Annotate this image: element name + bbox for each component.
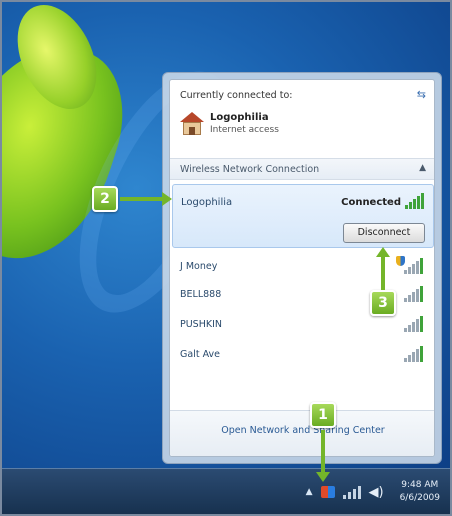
network-item[interactable]: Galt Ave — [180, 346, 430, 366]
signal-strength-icon — [405, 193, 425, 209]
network-item[interactable]: J Money — [180, 256, 430, 278]
step-2-arrowhead — [162, 192, 172, 206]
wireless-section-header[interactable]: Wireless Network Connection ▲ — [170, 158, 434, 180]
selected-network-name: Logophilia — [181, 197, 233, 208]
selected-network-item[interactable]: Logophilia Connected Disconnect — [172, 184, 434, 248]
current-network-name: Logophilia — [210, 112, 269, 123]
network-flyout: Currently connected to: ⇆ Logophilia Int… — [162, 72, 442, 464]
signal-strength-icon — [404, 316, 424, 332]
show-hidden-icons-icon[interactable]: ▲ — [306, 487, 313, 497]
network-sharing-center-link[interactable]: Open Network and Sharing Center — [170, 425, 434, 436]
signal-strength-icon — [396, 256, 424, 274]
step-3-arrowhead — [376, 247, 390, 257]
current-network-access: Internet access — [210, 125, 279, 135]
step-2-arrow — [120, 197, 164, 201]
step-3-arrow — [381, 256, 385, 290]
network-name: BELL888 — [180, 289, 222, 300]
step-2-callout: 2 — [92, 186, 118, 212]
refresh-icon[interactable]: ⇆ — [417, 88, 426, 101]
action-center-flag-icon[interactable] — [320, 486, 335, 498]
volume-icon[interactable]: ◀) — [369, 485, 384, 500]
network-item[interactable]: PUSHKIN — [180, 316, 430, 336]
flyout-footer: Open Network and Sharing Center — [170, 410, 434, 456]
network-name: Galt Ave — [180, 349, 220, 360]
shield-icon — [396, 256, 405, 266]
clock[interactable]: 9:48 AM 6/6/2009 — [400, 479, 440, 505]
network-panel: Currently connected to: ⇆ Logophilia Int… — [169, 79, 435, 457]
step-1-arrow — [321, 430, 325, 474]
disconnect-button[interactable]: Disconnect — [343, 223, 425, 243]
connection-status: Connected — [341, 197, 401, 208]
section-title: Wireless Network Connection — [180, 164, 320, 175]
step-3-callout: 3 — [370, 290, 396, 316]
clock-time: 9:48 AM — [401, 480, 439, 490]
taskbar: ▲ ◀) 9:48 AM 6/6/2009 — [2, 468, 450, 514]
signal-strength-icon — [404, 346, 424, 362]
clock-date: 6/6/2009 — [399, 493, 440, 503]
chevron-up-icon[interactable]: ▲ — [419, 163, 426, 173]
connected-header: Currently connected to: — [180, 90, 293, 101]
network-tray-icon[interactable] — [342, 485, 361, 499]
network-house-icon — [180, 112, 204, 136]
network-name: J Money — [180, 261, 218, 272]
signal-strength-icon — [404, 286, 424, 302]
step-1-arrowhead — [316, 472, 330, 482]
network-name: PUSHKIN — [180, 319, 222, 330]
step-1-callout: 1 — [310, 402, 336, 428]
